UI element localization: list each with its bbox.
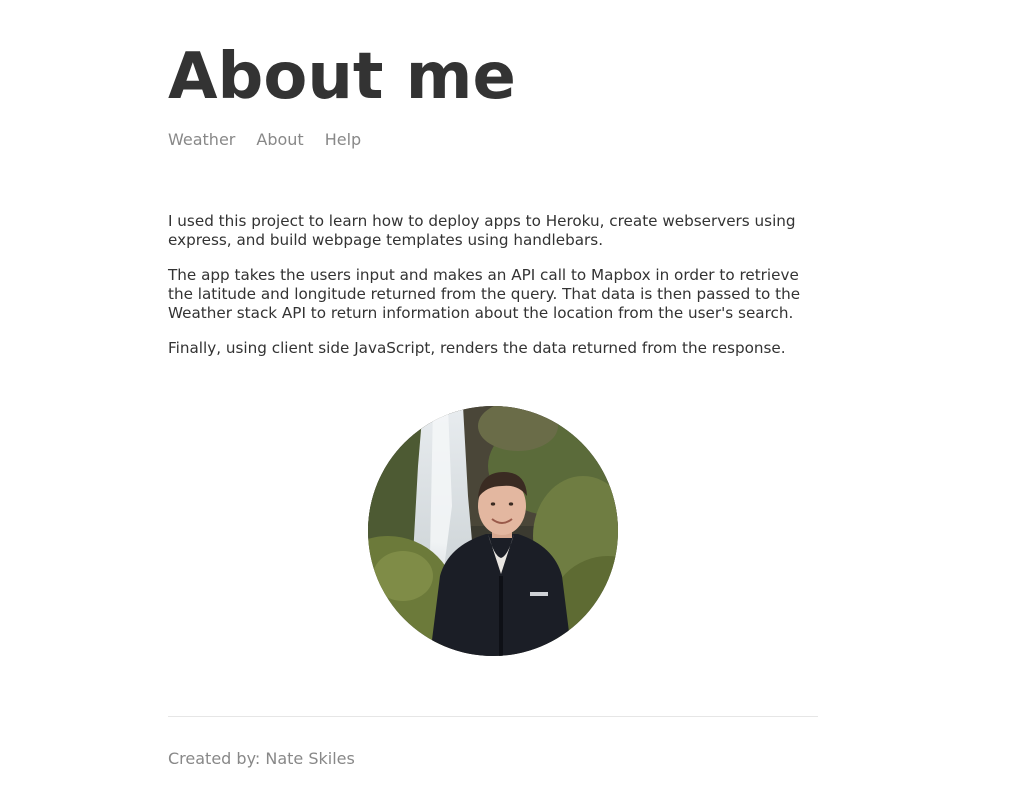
about-paragraph-2: The app takes the users input and makes … bbox=[168, 266, 801, 322]
profile-photo bbox=[368, 406, 618, 656]
main-nav: Weather About Help bbox=[168, 130, 361, 150]
page-title: About me bbox=[168, 40, 516, 114]
footer-divider bbox=[168, 716, 818, 717]
about-paragraph-1: I used this project to learn how to depl… bbox=[168, 212, 796, 249]
nav-link-help[interactable]: Help bbox=[325, 130, 361, 150]
nav-link-about[interactable]: About bbox=[256, 130, 303, 150]
footer-credit: Created by: Nate Skiles bbox=[168, 749, 355, 768]
about-content: I used this project to learn how to depl… bbox=[168, 212, 823, 374]
about-paragraph-3: Finally, using client side JavaScript, r… bbox=[168, 339, 786, 357]
nav-link-weather[interactable]: Weather bbox=[168, 130, 235, 150]
